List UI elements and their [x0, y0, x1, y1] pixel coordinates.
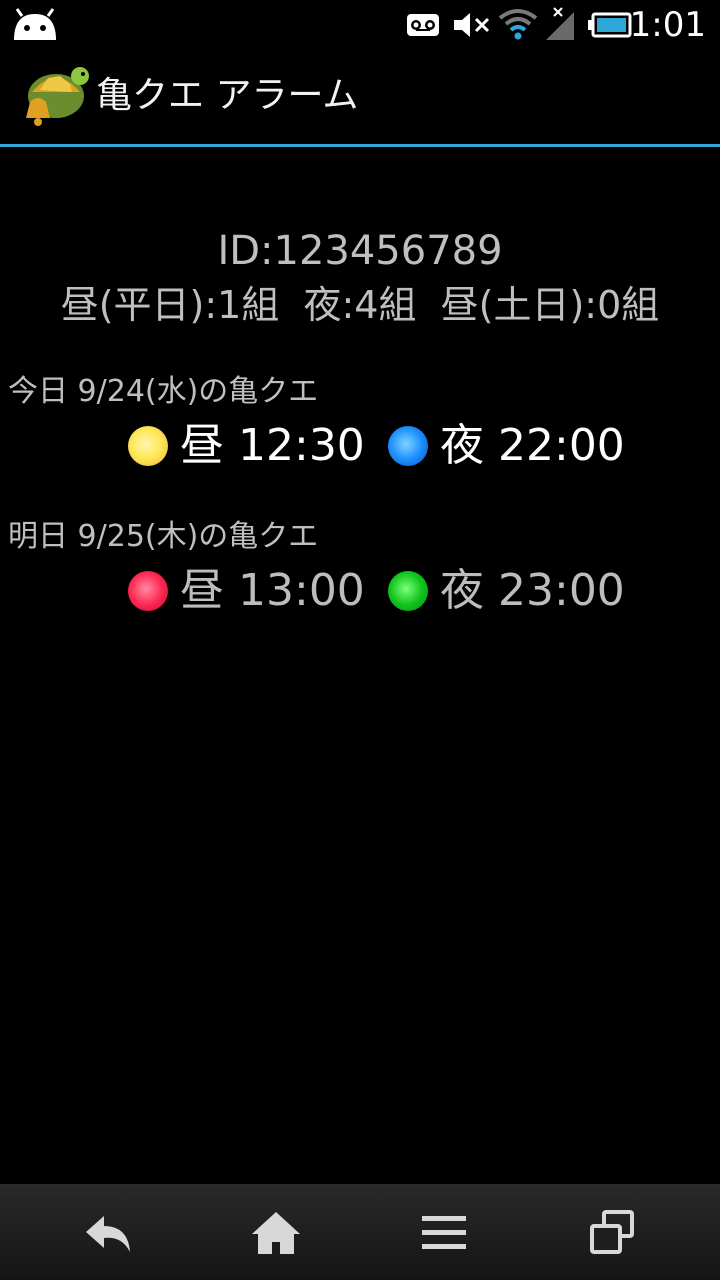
red-dot-icon: [128, 571, 168, 611]
signal-icon: [546, 7, 574, 40]
tomorrow-schedule: 昼 13:00 夜 23:00: [0, 561, 720, 621]
recent-apps-icon[interactable]: [582, 1208, 642, 1258]
home-icon[interactable]: [246, 1208, 306, 1258]
status-clock: 1:01: [629, 5, 706, 45]
battery-icon: [588, 12, 632, 38]
android-notification-icon: [14, 8, 56, 40]
slot-period: 夜: [440, 420, 484, 471]
back-icon[interactable]: [78, 1208, 138, 1258]
action-bar: 亀クエ アラーム: [0, 50, 720, 147]
tomorrow-label: 明日 9/25(木)の亀クエ: [8, 519, 319, 554]
slot-time: 13:00: [238, 565, 365, 616]
user-id: ID:123456789: [217, 228, 503, 274]
slot-label: 昼 12:30: [180, 416, 365, 476]
menu-icon[interactable]: [414, 1208, 474, 1258]
wifi-icon: [498, 9, 538, 40]
yellow-dot-icon: [128, 426, 168, 466]
slot-label: 昼 13:00: [180, 561, 365, 621]
navigation-bar: [0, 1184, 720, 1280]
green-dot-icon: [388, 571, 428, 611]
app-screen: 1:01 亀クエ アラーム ID:123456789 昼(平日):1組 夜:4組…: [0, 0, 720, 1280]
slot-time: 23:00: [498, 565, 625, 616]
status-bar: 1:01: [0, 0, 720, 50]
slot-label: 夜 23:00: [440, 561, 625, 621]
blue-dot-icon: [388, 426, 428, 466]
slot-period: 昼: [180, 420, 224, 471]
turtle-bell-app-icon[interactable]: [22, 62, 92, 128]
slot-time: 22:00: [498, 420, 625, 471]
slot-time: 12:30: [238, 420, 365, 471]
today-schedule: 昼 12:30 夜 22:00: [0, 416, 720, 476]
mute-icon: [454, 13, 490, 37]
slot-period: 昼: [180, 565, 224, 616]
slot-period: 夜: [440, 565, 484, 616]
voicemail-icon: [407, 14, 439, 36]
today-label: 今日 9/24(水)の亀クエ: [8, 374, 319, 409]
app-title: 亀クエ アラーム: [96, 75, 359, 116]
group-counts: 昼(平日):1組 夜:4組 昼(土日):0組: [60, 283, 660, 327]
slot-label: 夜 22:00: [440, 416, 625, 476]
